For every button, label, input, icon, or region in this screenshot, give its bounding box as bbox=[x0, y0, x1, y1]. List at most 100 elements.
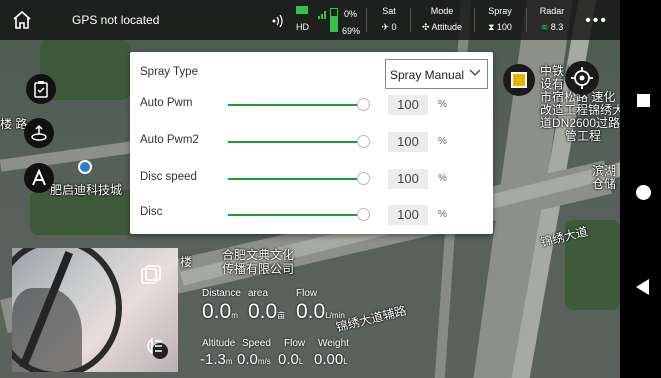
spray-param-label: Auto Pwm2 bbox=[140, 134, 199, 146]
drone-takeoff-icon bbox=[31, 124, 47, 141]
spray-type-label: Spray Type bbox=[140, 66, 198, 78]
divider bbox=[366, 8, 367, 32]
slider-knob[interactable] bbox=[357, 135, 370, 148]
slider-knob[interactable] bbox=[357, 98, 370, 111]
spray-param-label: Disc speed bbox=[140, 171, 197, 183]
radar-label: Radar bbox=[539, 6, 565, 16]
spray-param-label: Auto Pwm bbox=[140, 97, 193, 109]
letter-a-icon bbox=[32, 169, 46, 186]
battery-top-value: 0% bbox=[344, 9, 358, 19]
remote-controller-icon bbox=[296, 6, 308, 14]
map-label-tech-city: 肥启迪科技城 bbox=[50, 183, 123, 197]
home-icon[interactable] bbox=[10, 8, 34, 32]
battery-bottom-value: 69% bbox=[342, 26, 361, 36]
spray-param-value[interactable]: 100 bbox=[388, 95, 428, 115]
more-menu-button[interactable]: ••• bbox=[585, 12, 608, 30]
flow2-value-group: 0.0L bbox=[278, 351, 303, 368]
spray-param-value[interactable]: 100 bbox=[388, 132, 428, 152]
sat-value: 0 bbox=[391, 22, 397, 32]
weight-unit: L bbox=[343, 357, 348, 366]
area-label: area bbox=[248, 288, 269, 299]
headlight-icon[interactable] bbox=[142, 337, 164, 360]
slider-knob[interactable] bbox=[357, 208, 370, 221]
drone-icon: ✣ bbox=[421, 22, 430, 32]
speed-unit: m/s bbox=[257, 357, 271, 366]
slider-knob[interactable] bbox=[357, 172, 370, 185]
spray-param-slider[interactable] bbox=[228, 104, 363, 106]
map-layer-icon bbox=[511, 72, 527, 88]
locate-button[interactable] bbox=[565, 61, 599, 95]
flow-value-group: 0.0L/min bbox=[296, 300, 345, 324]
camera-switch-icon[interactable] bbox=[140, 264, 162, 291]
spray-type-select[interactable]: Spray Manual bbox=[385, 59, 488, 89]
crosshair-icon bbox=[571, 67, 593, 89]
signal-bars-icon bbox=[318, 6, 328, 24]
map-label-notice: 管工程 bbox=[565, 129, 602, 143]
clipboard-check-icon bbox=[34, 81, 48, 98]
divider bbox=[526, 8, 527, 32]
weight-label: Weight bbox=[318, 338, 349, 349]
layer-toggle-button[interactable] bbox=[503, 64, 535, 96]
map-label-building: 楼 bbox=[180, 255, 193, 269]
spray-label: Spray bbox=[488, 6, 512, 16]
mode-value: Attitude bbox=[431, 22, 463, 32]
top-status-bar: GPS not located HD 0% 69% Sat ✈ 0 Mode ✣… bbox=[0, 0, 620, 40]
area-value: 0.0 bbox=[248, 300, 278, 323]
divider bbox=[474, 8, 475, 32]
altitude-label: Altitude bbox=[202, 338, 236, 349]
distance-label: Distance bbox=[202, 288, 241, 299]
speed-label: Speed bbox=[242, 338, 271, 349]
spray-status: Spray ⧗ 100 bbox=[478, 6, 522, 33]
flow-label: Flow bbox=[296, 288, 318, 299]
telemetry-panel: Distance area Flow 0.0m 0.0亩 0.0L/min Al… bbox=[180, 276, 450, 376]
chevron-down-icon bbox=[469, 66, 481, 80]
spray-settings-panel: Spray Type Spray Manual Auto Pwm 100% Auto… bbox=[130, 52, 493, 234]
radar-value: 8.3 bbox=[550, 22, 564, 32]
takeoff-button[interactable] bbox=[24, 118, 54, 148]
speed-value-group: 0.0m/s bbox=[237, 351, 271, 368]
tank-icon: ⧗ bbox=[488, 22, 495, 32]
back-button[interactable] bbox=[636, 279, 650, 300]
recents-button[interactable] bbox=[637, 94, 650, 107]
spray-param-slider[interactable] bbox=[228, 214, 363, 216]
remote-signal-group: HD bbox=[296, 6, 318, 36]
map-pin-icon bbox=[78, 160, 92, 174]
flow-unit: L/min bbox=[325, 311, 345, 320]
radar-status: Radar ≋ 8.3 bbox=[530, 6, 574, 33]
spray-type-value: Spray Manual bbox=[390, 68, 465, 82]
weight-value-group: 0.00L bbox=[314, 351, 348, 368]
spray-value: 100 bbox=[496, 22, 512, 32]
altitude-unit: m bbox=[225, 357, 233, 366]
hd-label: HD bbox=[296, 22, 309, 32]
checklist-button[interactable] bbox=[26, 74, 56, 104]
distance-value: 0.0 bbox=[202, 300, 232, 323]
map-label-shop: 仓储 bbox=[592, 177, 617, 191]
spray-param-unit: % bbox=[438, 136, 447, 147]
flow2-label: Flow bbox=[284, 338, 306, 349]
auto-mode-button[interactable] bbox=[24, 163, 54, 193]
wifi-signal-icon bbox=[270, 14, 286, 32]
mode-status: Mode ✣ Attitude bbox=[414, 6, 470, 33]
divider bbox=[410, 8, 411, 32]
area-unit: 亩 bbox=[277, 311, 286, 320]
distance-unit: m bbox=[231, 311, 238, 320]
speed-value: 0.0 bbox=[237, 351, 258, 368]
android-nav-bar bbox=[620, 0, 661, 378]
battery-icon bbox=[330, 8, 338, 32]
spray-param-unit: % bbox=[438, 99, 447, 110]
map-label-company: 传播有限公司 bbox=[222, 262, 295, 276]
spray-param-label: Disc Speed2 bbox=[140, 206, 163, 218]
altitude-value-group: -1.3m bbox=[200, 351, 233, 368]
home-nav-button[interactable] bbox=[636, 185, 651, 200]
map-road bbox=[0, 140, 141, 172]
spray-param-value[interactable]: 100 bbox=[388, 205, 428, 225]
sat-status: Sat ✈ 0 bbox=[372, 6, 406, 33]
spray-param-slider[interactable] bbox=[228, 141, 363, 143]
area-value-group: 0.0亩 bbox=[248, 300, 285, 324]
distance-value-group: 0.0m bbox=[202, 300, 238, 324]
weight-value: 0.00 bbox=[314, 351, 344, 368]
spray-param-unit: % bbox=[438, 209, 447, 220]
spray-param-unit: % bbox=[438, 173, 447, 184]
spray-param-slider[interactable] bbox=[228, 178, 363, 180]
spray-param-value[interactable]: 100 bbox=[388, 169, 428, 189]
